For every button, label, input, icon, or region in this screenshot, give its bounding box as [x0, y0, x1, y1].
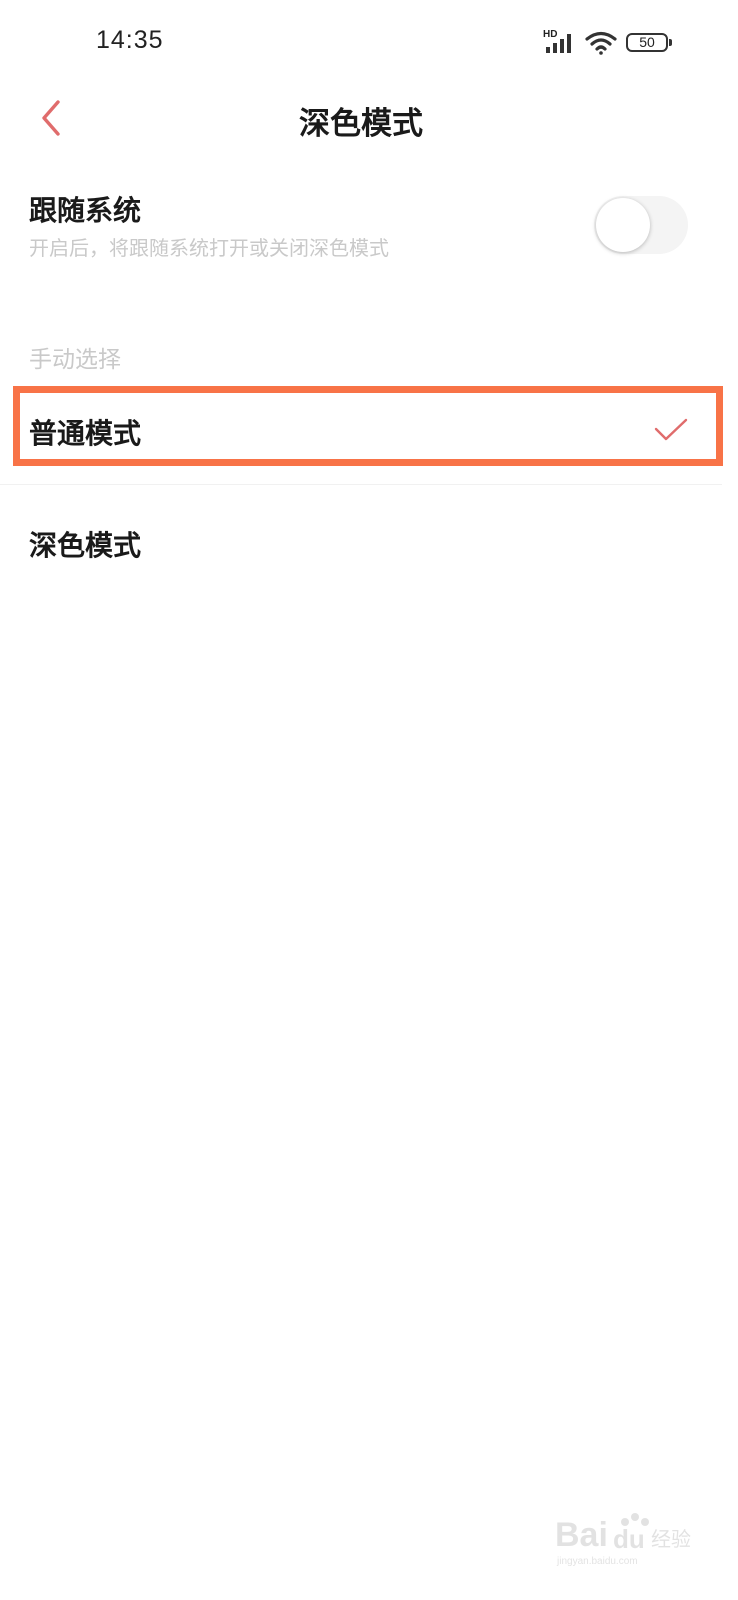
option-label: 普通模式: [29, 417, 142, 450]
manual-select-header: 手动选择: [29, 347, 121, 373]
svg-text:经验: 经验: [651, 1527, 691, 1551]
divider: [0, 484, 722, 485]
wifi-icon: [585, 31, 617, 55]
baidu-watermark-logo: Bai du 经验 jingyan.baidu.com: [555, 1513, 691, 1567]
page-title: 深色模式: [299, 106, 423, 142]
option-dark-mode[interactable]: 深色模式: [0, 500, 722, 590]
follow-system-title: 跟随系统: [29, 194, 142, 227]
status-time: 14:35: [96, 26, 164, 54]
battery-tip: [669, 39, 672, 46]
toggle-knob: [596, 198, 650, 252]
follow-system-toggle[interactable]: [594, 196, 688, 254]
svg-text:du: du: [613, 1524, 645, 1554]
svg-text:Bai: Bai: [555, 1516, 608, 1554]
follow-system-description: 开启后，将跟随系统打开或关闭深色模式: [29, 236, 389, 260]
option-normal-mode[interactable]: 普通模式: [0, 390, 722, 484]
svg-text:jingyan.baidu.com: jingyan.baidu.com: [556, 1556, 638, 1567]
signal-icon: [546, 34, 571, 53]
check-icon: [654, 418, 688, 441]
option-label: 深色模式: [29, 529, 142, 562]
battery-icon: 50: [626, 33, 668, 52]
